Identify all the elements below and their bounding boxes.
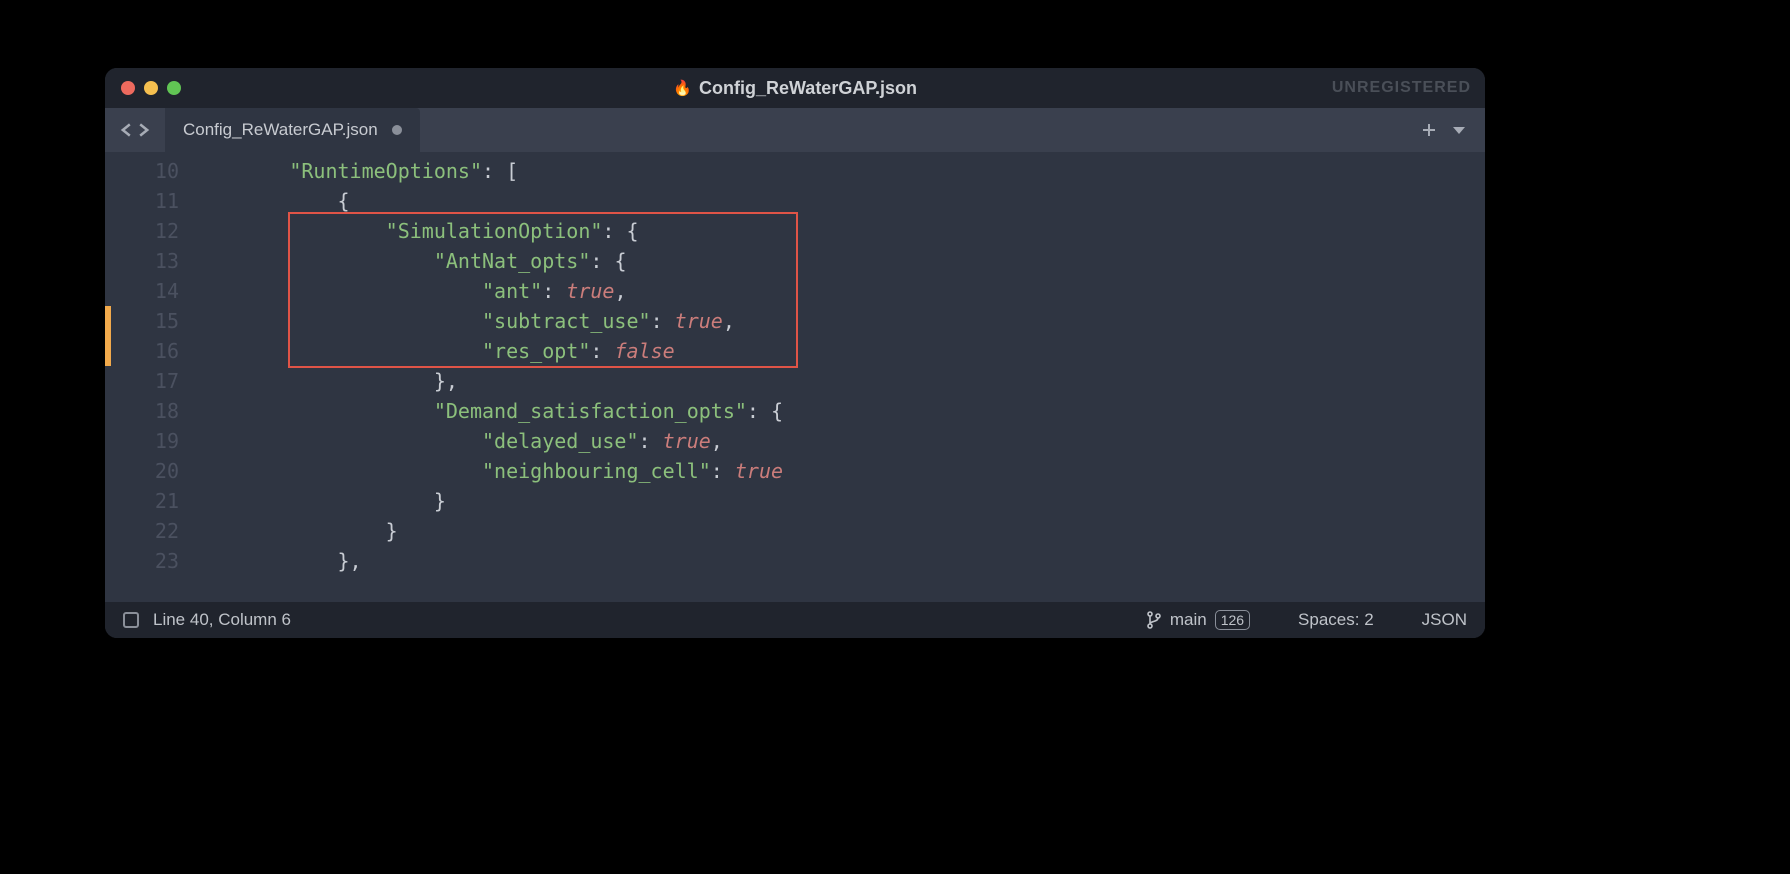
git-branch-icon [1146,611,1162,629]
tab-menu-icon[interactable] [1451,122,1467,138]
line-number: 14 [111,276,193,306]
code-line[interactable]: } [193,516,1485,546]
status-bar: Line 40, Column 6 main 126 Spaces: 2 JSO… [105,602,1485,638]
line-number: 18 [111,396,193,426]
line-number: 11 [111,186,193,216]
branch-name: main [1170,610,1207,630]
tab-label: Config_ReWaterGAP.json [183,120,378,140]
modified-indicator-icon [392,125,402,135]
panel-toggle-icon[interactable] [123,612,139,628]
code-line[interactable]: }, [193,546,1485,576]
code-line[interactable]: "neighbouring_cell": true [193,456,1485,486]
line-number: 13 [111,246,193,276]
close-icon[interactable] [121,81,135,95]
modified-marks-gutter [105,152,111,602]
new-tab-icon[interactable] [1421,122,1437,138]
code-area[interactable]: "RuntimeOptions": [ { "SimulationOption"… [193,152,1485,602]
code-line[interactable]: { [193,186,1485,216]
tab-config-rewatergap[interactable]: Config_ReWaterGAP.json [165,108,420,152]
branch-count-badge: 126 [1215,610,1250,630]
cursor-position[interactable]: Line 40, Column 6 [153,610,291,630]
line-number-gutter: 1011121314151617181920212223 [111,152,193,602]
file-icon: 🔥 [673,79,691,97]
line-number: 17 [111,366,193,396]
tab-history-nav[interactable] [105,108,165,152]
code-line[interactable]: "ant": true, [193,276,1485,306]
line-number: 23 [111,546,193,576]
line-number: 10 [111,156,193,186]
code-line[interactable]: "res_opt": false [193,336,1485,366]
code-line[interactable]: "RuntimeOptions": [ [193,156,1485,186]
code-line[interactable]: "AntNat_opts": { [193,246,1485,276]
unregistered-label: UNREGISTERED [1332,79,1471,97]
code-editor[interactable]: 1011121314151617181920212223 "RuntimeOpt… [105,152,1485,602]
line-number: 21 [111,486,193,516]
code-line[interactable]: "SimulationOption": { [193,216,1485,246]
code-line[interactable]: }, [193,366,1485,396]
line-number: 12 [111,216,193,246]
window-controls [121,81,181,95]
code-line[interactable]: "delayed_use": true, [193,426,1485,456]
code-line[interactable]: "Demand_satisfaction_opts": { [193,396,1485,426]
line-number: 16 [111,336,193,366]
line-number: 15 [111,306,193,336]
line-number: 22 [111,516,193,546]
indent-setting[interactable]: Spaces: 2 [1298,610,1374,630]
chevron-right-icon [136,123,150,137]
window-title: 🔥 Config_ReWaterGAP.json [105,78,1485,99]
code-line[interactable]: } [193,486,1485,516]
chevron-left-icon [120,123,134,137]
line-number: 19 [111,426,193,456]
titlebar: 🔥 Config_ReWaterGAP.json UNREGISTERED [105,68,1485,108]
syntax-setting[interactable]: JSON [1422,610,1467,630]
minimize-icon[interactable] [144,81,158,95]
zoom-icon[interactable] [167,81,181,95]
code-line[interactable]: "subtract_use": true, [193,306,1485,336]
window-title-text: Config_ReWaterGAP.json [699,78,917,99]
modified-mark [105,306,111,366]
editor-window: 🔥 Config_ReWaterGAP.json UNREGISTERED Co… [105,68,1485,638]
tab-bar: Config_ReWaterGAP.json [105,108,1485,152]
line-number: 20 [111,456,193,486]
git-branch-indicator[interactable]: main 126 [1146,610,1250,630]
